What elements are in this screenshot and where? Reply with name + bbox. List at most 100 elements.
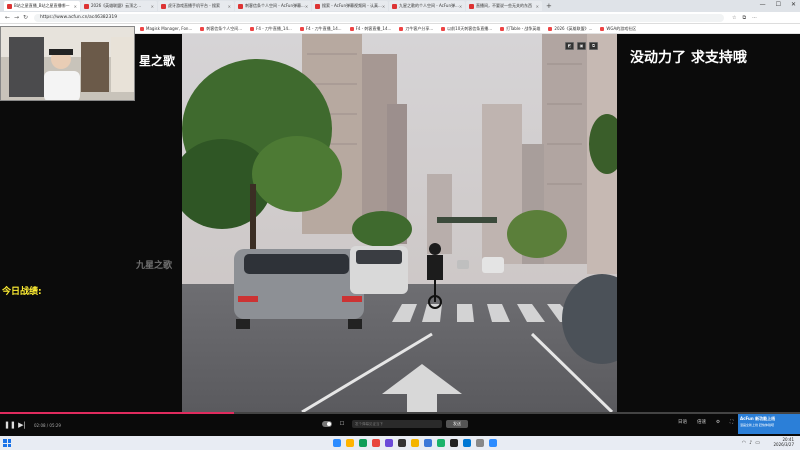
support-text: 没动力了 求支持哦 xyxy=(630,50,747,66)
window-controls: — ☐ ✕ xyxy=(760,1,796,8)
tab-close-icon[interactable]: ✕ xyxy=(228,4,231,9)
bookmark-icon xyxy=(548,26,553,31)
bookmark-item[interactable]: F4 - 刀牛直播_14... xyxy=(250,26,292,32)
bookmark-item[interactable]: 刀牛客户分享... xyxy=(399,26,433,32)
bookmark-item[interactable]: 打Table - 战争英雄 xyxy=(500,26,540,32)
video-page: ◩ ▣ ⧉ 星之歌 九星之歌 今日战绩: 没动力了 求支持哦 ❚❚ ▶| 02:… xyxy=(0,26,800,436)
taskbar-app-icon[interactable] xyxy=(359,439,367,447)
language-button[interactable]: 日语 xyxy=(678,419,687,425)
stream-overlay-right xyxy=(617,34,800,412)
close-icon[interactable]: ✕ xyxy=(791,1,796,8)
bookmark-label: 2026《英雄联盟》... xyxy=(554,25,593,31)
settings-icon[interactable]: ⚙ xyxy=(716,420,720,425)
taskbar-app-icon[interactable] xyxy=(398,439,406,447)
danmaku-send-button[interactable]: 发送 xyxy=(446,420,468,428)
menu-icon[interactable]: ⋯ xyxy=(752,15,757,21)
bookmark-item[interactable]: 2026《英雄联盟》... xyxy=(548,26,592,32)
next-icon[interactable]: ▶| xyxy=(16,421,28,429)
browser-tab[interactable]: B站之星直播_B站之星直播哪一 ✕ xyxy=(4,1,80,11)
webcam-overlay xyxy=(0,26,135,101)
taskbar-app-icon[interactable] xyxy=(489,439,497,447)
taskbar: ◠ ♪ ▭ 20:41 2026/3/27 xyxy=(0,436,800,450)
time-display: 02:08 / 05:29 xyxy=(34,422,61,428)
taskbar-app-icon[interactable] xyxy=(411,439,419,447)
browser-tab[interactable]: 直播间，不要说一些无关的东西 ✕ xyxy=(466,1,542,11)
bookmark-label: 打Table - 战争英雄 xyxy=(506,25,541,31)
tab-close-icon[interactable]: ✕ xyxy=(74,4,77,9)
notification-body: 漫画全新上线 赶快体验吧 xyxy=(740,423,774,427)
taskbar-app-icon[interactable] xyxy=(463,439,471,447)
taskbar-app-icon[interactable] xyxy=(450,439,458,447)
wifi-icon[interactable]: ◠ xyxy=(742,440,746,446)
bookmark-icon xyxy=(399,26,404,31)
battery-icon[interactable]: ▭ xyxy=(755,440,760,446)
taskbar-app-icon[interactable] xyxy=(346,439,354,447)
danmaku-settings-icon[interactable]: ☐ xyxy=(336,421,348,427)
streamer-watermark: 九星之歌 xyxy=(136,261,173,271)
danmaku-toggle[interactable] xyxy=(322,421,332,427)
bookmark-item[interactable]: 刺客信条个人空间... xyxy=(200,26,242,32)
bookmark-icon xyxy=(200,26,205,31)
tab-close-icon[interactable]: ✕ xyxy=(536,4,539,9)
taskbar-app-icon[interactable] xyxy=(372,439,380,447)
tab-close-icon[interactable]: ✕ xyxy=(459,4,462,9)
tab-favicon-icon xyxy=(7,3,12,9)
minimize-icon[interactable]: — xyxy=(760,1,766,8)
taskbar-app-icon[interactable] xyxy=(437,439,445,447)
reload-icon[interactable]: ↻ xyxy=(21,14,30,21)
fullscreen-icon[interactable]: ⛶ xyxy=(730,419,733,425)
star-icon[interactable]: ☆ xyxy=(732,15,736,21)
tab-title: 九星之歌的个人空间 - AcFun弹... xyxy=(399,3,459,8)
tab-title: 直播间，不要说一些无关的东西 xyxy=(476,3,532,8)
browser-tab[interactable]: 虎牙游戏直播手机平台 - 搜索 ✕ xyxy=(158,1,234,11)
tab-favicon-icon xyxy=(469,3,474,9)
taskbar-app-icon[interactable] xyxy=(333,439,341,447)
bookmark-label: 刀牛客户分享... xyxy=(405,25,434,31)
tab-close-icon[interactable]: ✕ xyxy=(151,4,154,9)
tab-close-icon[interactable]: ✕ xyxy=(305,4,308,9)
link-icon[interactable]: ⧉ xyxy=(589,42,598,50)
speed-button[interactable]: 倍速 xyxy=(697,419,706,425)
tab-close-icon[interactable]: ✕ xyxy=(382,4,385,9)
pip-icon[interactable]: ▣ xyxy=(577,42,586,50)
screen: B站之星直播_B站之星直播哪一 ✕ 2026《英雄联盟》云顶之... ✕ 虎牙游戏直… xyxy=(0,0,800,450)
webcam-image xyxy=(1,27,134,100)
url-input[interactable]: https://www.acfun.cn/ac46382319 xyxy=(34,13,724,22)
bookmark-icon xyxy=(441,26,446,31)
bookmark-icon xyxy=(500,26,505,31)
video-player[interactable]: ◩ ▣ ⧉ xyxy=(182,34,617,412)
forward-icon[interactable]: → xyxy=(12,14,21,21)
bookmark-icon xyxy=(250,26,255,31)
bookmark-item[interactable]: WGA的游戏社区 xyxy=(600,26,636,32)
notification-toast[interactable]: AcFun 新功能上线 漫画全新上线 赶快体验吧 xyxy=(738,414,800,434)
new-tab-button[interactable]: + xyxy=(546,2,552,10)
back-icon[interactable]: ← xyxy=(3,14,12,21)
video-top-icons: ◩ ▣ ⧉ xyxy=(565,42,598,50)
notification-title: AcFun 新功能上线 xyxy=(740,416,776,421)
tab-favicon-icon xyxy=(238,3,243,9)
taskbar-app-icon[interactable] xyxy=(424,439,432,447)
bookmark-icon xyxy=(140,26,144,31)
bookmark-item[interactable]: 以前10天刺客信条直播... xyxy=(441,26,492,32)
today-record-label: 今日战绩: xyxy=(2,287,42,297)
clock[interactable]: 20:41 2026/3/27 xyxy=(773,437,794,447)
volume-icon[interactable]: ♪ xyxy=(749,440,752,446)
danmaku-input[interactable]: 发个弹幕见证当下 xyxy=(352,420,442,428)
screenshot-icon[interactable]: ◩ xyxy=(565,42,574,50)
player-controls: ❚❚ ▶| 02:08 / 05:29 ☐ 发个弹幕见证当下 发送 日语 倍速 … xyxy=(0,414,800,436)
bookmark-item[interactable]: F4 - 刀牛直播_14... xyxy=(299,26,342,32)
taskbar-app-icon[interactable] xyxy=(385,439,393,447)
taskbar-app-icon[interactable] xyxy=(476,439,484,447)
browser-tab[interactable]: 九星之歌的个人空间 - AcFun弹... ✕ xyxy=(389,1,465,11)
browser-tab[interactable]: 刺客信条个人空间 - AcFun弹幕... ✕ xyxy=(235,1,311,11)
maximize-icon[interactable]: ☐ xyxy=(776,1,781,8)
bookmark-icon xyxy=(600,26,605,31)
browser-tab[interactable]: 搜索 - AcFun弹幕视频网 - 认真... ✕ xyxy=(312,1,388,11)
extensions-icon[interactable]: ⧉ xyxy=(742,15,746,21)
browser-tab[interactable]: 2026《英雄联盟》云顶之... ✕ xyxy=(81,1,157,11)
pause-icon[interactable]: ❚❚ xyxy=(4,421,16,429)
browser-tab-strip: B站之星直播_B站之星直播哪一 ✕ 2026《英雄联盟》云顶之... ✕ 虎牙游戏直… xyxy=(0,0,800,12)
bookmark-item[interactable]: F4 - 刺客直播_14... xyxy=(349,26,391,32)
windows-start-icon[interactable] xyxy=(3,439,11,447)
bookmark-item[interactable]: Magisk Manager, Fon... xyxy=(140,26,192,31)
